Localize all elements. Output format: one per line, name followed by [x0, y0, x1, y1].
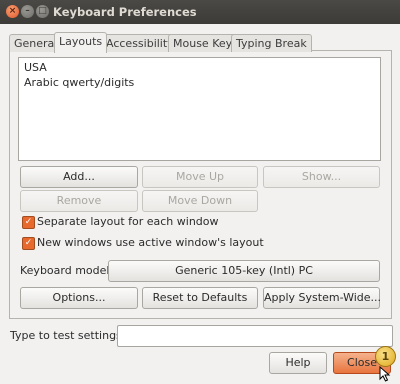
list-item[interactable]: USA	[24, 61, 47, 74]
keyboard-model-button[interactable]: Generic 105-key (Intl) PC	[108, 260, 380, 282]
window-title: Keyboard Preferences	[53, 5, 197, 19]
maximize-window-icon[interactable]: □	[36, 5, 49, 18]
remove-button[interactable]: Remove	[20, 190, 138, 212]
test-settings-input[interactable]	[117, 325, 393, 347]
list-item[interactable]: Arabic qwerty/digits	[24, 76, 134, 89]
mouse-cursor-icon	[379, 366, 391, 382]
move-down-button[interactable]: Move Down	[142, 190, 258, 212]
show-button[interactable]: Show...	[263, 166, 380, 188]
test-settings-label: Type to test settings:	[10, 329, 126, 342]
keyboard-preferences-window: × – □ Keyboard Preferences General Layou…	[0, 0, 400, 384]
close-window-icon[interactable]: ×	[6, 5, 19, 18]
tab-typing-break[interactable]: Typing Break	[231, 34, 312, 52]
layouts-list[interactable]: USA Arabic qwerty/digits	[18, 57, 381, 161]
add-button[interactable]: Add...	[20, 166, 138, 188]
options-button[interactable]: Options...	[20, 287, 138, 309]
title-bar: × – □ Keyboard Preferences	[0, 0, 400, 24]
apply-system-wide-button[interactable]: Apply System-Wide...	[263, 287, 381, 309]
minimize-window-icon[interactable]: –	[21, 5, 34, 18]
separate-layout-checkbox[interactable]: ✓	[22, 216, 35, 229]
help-button[interactable]: Help	[269, 352, 327, 374]
move-up-button[interactable]: Move Up	[142, 166, 258, 188]
new-windows-label: New windows use active window's layout	[37, 236, 264, 249]
separate-layout-label: Separate layout for each window	[37, 215, 219, 228]
reset-to-defaults-button[interactable]: Reset to Defaults	[142, 287, 258, 309]
tab-layouts[interactable]: Layouts	[54, 32, 108, 53]
new-windows-checkbox[interactable]: ✓	[22, 237, 35, 250]
keyboard-model-label: Keyboard model:	[20, 264, 114, 277]
step-badge: 1	[375, 346, 396, 367]
